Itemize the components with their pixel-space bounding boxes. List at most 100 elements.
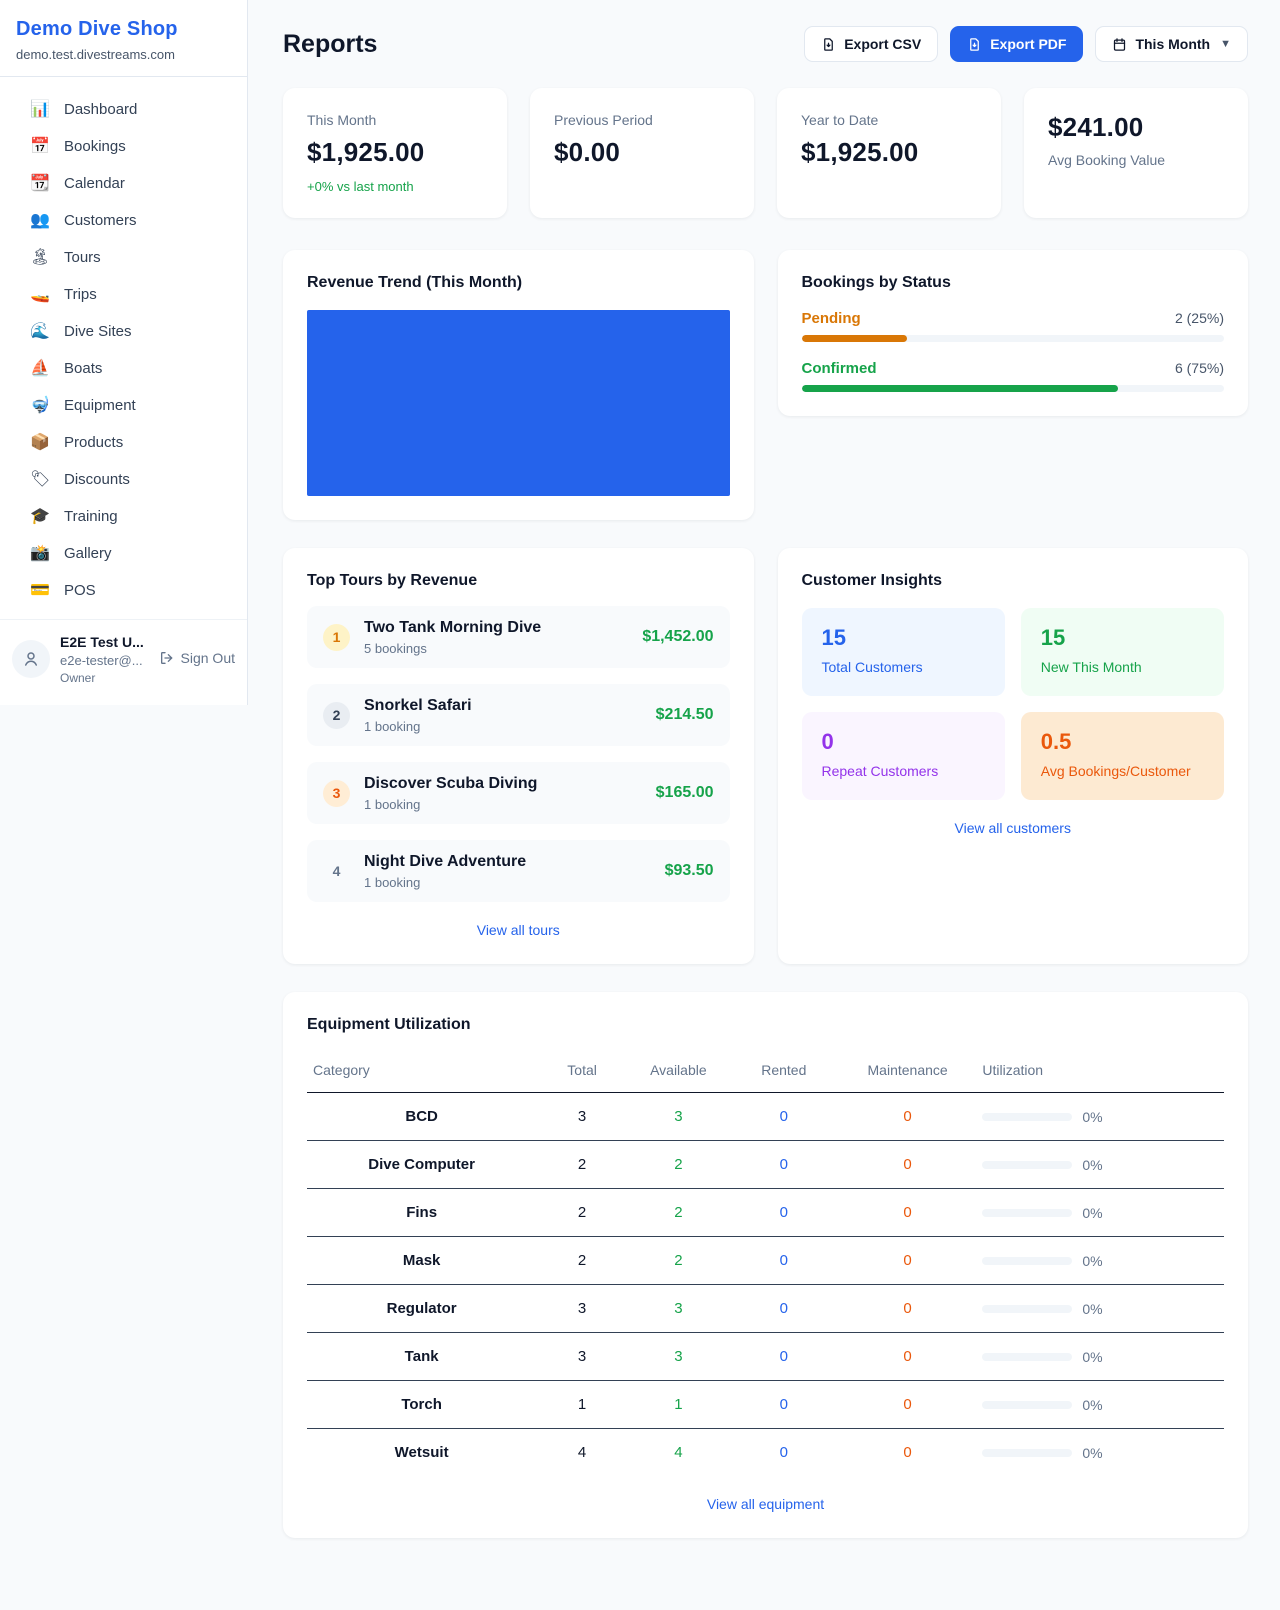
sidebar-item-label: Calendar xyxy=(64,175,125,192)
cell-total: 3 xyxy=(536,1333,628,1381)
cell-total: 3 xyxy=(536,1285,628,1333)
sidebar-item-trips[interactable]: 🚤 Trips xyxy=(0,276,247,313)
cell-available: 3 xyxy=(628,1093,729,1141)
sidebar-item-discounts[interactable]: 🏷 Discounts xyxy=(0,461,247,498)
rank-badge: 2 xyxy=(323,702,350,729)
stat-label: This Month xyxy=(307,112,483,128)
cell-maintenance: 0 xyxy=(839,1237,977,1285)
stat-delta: +0% vs last month xyxy=(307,179,483,194)
utilization-percent: 0% xyxy=(1082,1253,1102,1269)
cell-maintenance: 0 xyxy=(839,1285,977,1333)
cell-available: 1 xyxy=(628,1381,729,1429)
utilization-percent: 0% xyxy=(1082,1301,1102,1317)
sidebar-item-training[interactable]: 🎓 Training xyxy=(0,498,247,535)
period-selector[interactable]: This Month ▼ xyxy=(1095,26,1248,62)
user-role: Owner xyxy=(60,671,149,685)
insights-row: Top Tours by Revenue 1 Two Tank Morning … xyxy=(283,548,1248,964)
column-header-category: Category xyxy=(307,1054,536,1093)
stat-label: Previous Period xyxy=(554,112,730,128)
tour-amount: $165.00 xyxy=(656,784,714,802)
utilization-bar xyxy=(982,1401,1072,1409)
cell-total: 3 xyxy=(536,1093,628,1141)
dashboard-icon: 📊 xyxy=(30,102,50,118)
tour-bookings: 1 booking xyxy=(364,719,642,734)
stat-card-this-month: This Month $1,925.00 +0% vs last month xyxy=(283,88,507,218)
sidebar-item-boats[interactable]: ⛵ Boats xyxy=(0,350,247,387)
progress-track xyxy=(802,335,1225,342)
sidebar-item-bookings[interactable]: 📅 Bookings xyxy=(0,128,247,165)
export-pdf-button[interactable]: Export PDF xyxy=(950,26,1083,62)
cell-available: 2 xyxy=(628,1141,729,1189)
tour-name: Night Dive Adventure xyxy=(364,853,651,871)
sidebar-item-label: POS xyxy=(64,582,96,599)
column-header-total: Total xyxy=(536,1054,628,1093)
cell-total: 2 xyxy=(536,1189,628,1237)
utilization-percent: 0% xyxy=(1082,1109,1102,1125)
calendar-icon xyxy=(1112,37,1127,52)
revenue-trend-card: Revenue Trend (This Month) xyxy=(283,250,754,520)
stat-label: Avg Booking Value xyxy=(1048,152,1224,168)
table-row: Torch 1 1 0 0 0% xyxy=(307,1381,1224,1429)
cell-available: 3 xyxy=(628,1285,729,1333)
cell-maintenance: 0 xyxy=(839,1381,977,1429)
cell-rented: 0 xyxy=(729,1237,839,1285)
top-tours-card: Top Tours by Revenue 1 Two Tank Morning … xyxy=(283,548,754,964)
revenue-trend-title: Revenue Trend (This Month) xyxy=(307,274,730,292)
view-all-equipment-link[interactable]: View all equipment xyxy=(707,1496,824,1512)
cell-maintenance: 0 xyxy=(839,1429,977,1477)
utilization-bar xyxy=(982,1161,1072,1169)
column-header-rented: Rented xyxy=(729,1054,839,1093)
table-row: Dive Computer 2 2 0 0 0% xyxy=(307,1141,1224,1189)
status-count: 2 (25%) xyxy=(1175,310,1224,326)
tile-label: New This Month xyxy=(1041,659,1204,675)
cell-total: 2 xyxy=(536,1141,628,1189)
graduation-cap-icon: 🎓 xyxy=(30,509,50,525)
sidebar-item-gallery[interactable]: 📸 Gallery xyxy=(0,535,247,572)
cell-rented: 0 xyxy=(729,1429,839,1477)
utilization-percent: 0% xyxy=(1082,1157,1102,1173)
cell-maintenance: 0 xyxy=(839,1189,977,1237)
tour-bookings: 1 booking xyxy=(364,875,651,890)
user-email: e2e-tester@... xyxy=(60,653,149,668)
cell-maintenance: 0 xyxy=(839,1093,977,1141)
camera-icon: 📸 xyxy=(30,546,50,562)
table-row: Mask 2 2 0 0 0% xyxy=(307,1237,1224,1285)
table-row: BCD 3 3 0 0 0% xyxy=(307,1093,1224,1141)
bookings-by-status-card: Bookings by Status Pending 2 (25%) Confi… xyxy=(778,250,1249,416)
cell-available: 4 xyxy=(628,1429,729,1477)
cell-maintenance: 0 xyxy=(839,1141,977,1189)
export-csv-button[interactable]: Export CSV xyxy=(804,26,938,62)
utilization-percent: 0% xyxy=(1082,1205,1102,1221)
sidebar-item-tours[interactable]: 🏝 Tours xyxy=(0,239,247,276)
sidebar-item-calendar[interactable]: 📆 Calendar xyxy=(0,165,247,202)
sidebar-item-dive-sites[interactable]: 🌊 Dive Sites xyxy=(0,313,247,350)
sidebar-item-pos[interactable]: 💳 POS xyxy=(0,572,247,609)
progress-fill xyxy=(802,335,908,342)
cell-rented: 0 xyxy=(729,1285,839,1333)
sidebar-item-products[interactable]: 📦 Products xyxy=(0,424,247,461)
view-all-customers-link[interactable]: View all customers xyxy=(955,820,1071,836)
cell-available: 2 xyxy=(628,1189,729,1237)
speedboat-icon: 🚤 xyxy=(30,287,50,303)
package-icon: 📦 xyxy=(30,435,50,451)
page-header: Reports Export CSV Export PDF This Month xyxy=(283,26,1248,62)
column-header-available: Available xyxy=(628,1054,729,1093)
sidebar-item-customers[interactable]: 👥 Customers xyxy=(0,202,247,239)
tour-list-item: 4 Night Dive Adventure 1 booking $93.50 xyxy=(307,840,730,902)
cell-total: 4 xyxy=(536,1429,628,1477)
tour-name: Discover Scuba Diving xyxy=(364,775,642,793)
utilization-bar xyxy=(982,1449,1072,1457)
sailboat-icon: ⛵ xyxy=(30,361,50,377)
cell-maintenance: 0 xyxy=(839,1333,977,1381)
main-content: Reports Export CSV Export PDF This Month xyxy=(248,0,1280,1584)
view-all-tours-link[interactable]: View all tours xyxy=(477,922,560,938)
tour-bookings: 1 booking xyxy=(364,797,642,812)
tile-value: 15 xyxy=(822,625,985,651)
sign-out-button[interactable]: Sign Out xyxy=(159,650,235,666)
table-row: Tank 3 3 0 0 0% xyxy=(307,1333,1224,1381)
stats-row: This Month $1,925.00 +0% vs last month P… xyxy=(283,88,1248,218)
sidebar-item-dashboard[interactable]: 📊 Dashboard xyxy=(0,91,247,128)
sidebar-item-equipment[interactable]: 🤿 Equipment xyxy=(0,387,247,424)
sidebar-item-label: Discounts xyxy=(64,471,130,488)
cell-category: Tank xyxy=(307,1333,536,1381)
